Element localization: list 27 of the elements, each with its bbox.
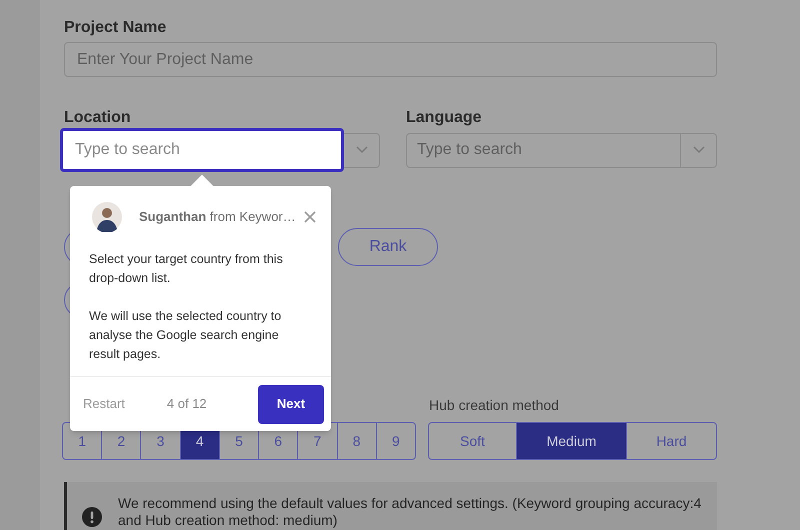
next-button[interactable]: Next: [258, 384, 324, 424]
tour-text: Select your target country from this drop-down list.: [89, 251, 284, 287]
tour-text: We will use the selected country to analyse the Google search engine result pages.: [89, 308, 282, 363]
close-icon[interactable]: [304, 211, 316, 223]
option-pill[interactable]: Rank: [338, 228, 438, 266]
restart-button[interactable]: Restart: [83, 394, 125, 414]
segment-option[interactable]: Hard: [626, 423, 716, 459]
search-field[interactable]: Type to search: [406, 132, 681, 168]
avatar-icon: [92, 202, 122, 232]
dropdown-toggle[interactable]: [681, 132, 717, 168]
field-label: Location: [64, 108, 132, 128]
project-name-field[interactable]: Enter Your Project Name: [64, 42, 717, 77]
chevron-down-icon: [356, 146, 368, 154]
segment-option[interactable]: Soft: [429, 423, 516, 459]
exclamation-icon: [82, 507, 102, 527]
search-field[interactable]: Type to search: [60, 128, 344, 172]
field-label: Language: [406, 108, 483, 128]
alert-text: We recommend using the default values for advanced settings. (Keyword grouping accuracy:4 and Hub creation method: medium): [118, 495, 702, 529]
segment-option[interactable]: 8: [336, 423, 376, 459]
author-line: Suganthan from Keywor…: [139, 208, 296, 226]
field-label: Hub creation method: [429, 396, 559, 414]
chevron-down-icon: [692, 146, 704, 154]
segment-option[interactable]: 9: [376, 423, 415, 459]
step-counter: 4 of 12: [166, 395, 207, 414]
dropdown-toggle[interactable]: [344, 132, 380, 168]
segment-option[interactable]: Medium: [516, 423, 626, 459]
field-label: Project Name: [64, 18, 168, 38]
